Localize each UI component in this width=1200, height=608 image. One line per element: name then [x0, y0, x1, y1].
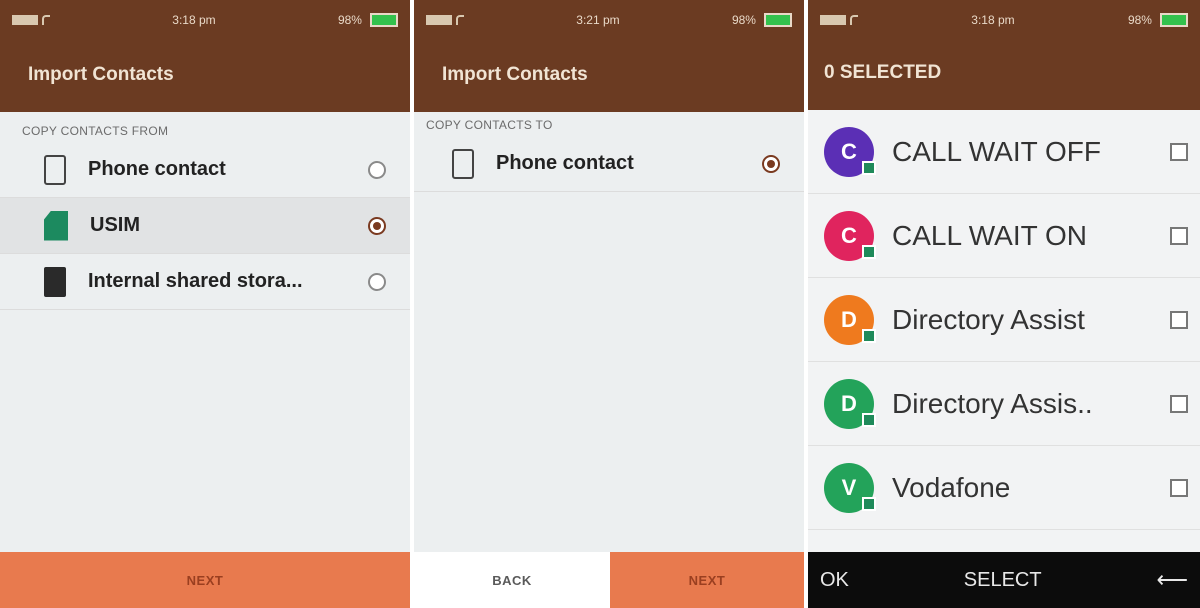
battery-percent: 98% — [337, 13, 362, 27]
battery-group: 98% — [338, 13, 398, 27]
battery-icon — [1159, 13, 1188, 27]
contact-row[interactable]: D Directory Assis.. — [808, 362, 1200, 446]
avatar-initial: D — [841, 306, 857, 332]
status-time: 3:18 pm — [971, 13, 1015, 27]
back-arrow-icon[interactable]: ⟵ — [1156, 567, 1188, 593]
avatar-initial: C — [841, 138, 857, 164]
select-checkbox[interactable] — [1170, 394, 1188, 413]
status-time: 3:21 pm — [576, 13, 620, 27]
page-title: Import Contacts — [0, 40, 410, 112]
select-softkey[interactable]: SELECT — [964, 569, 1042, 592]
radio-button[interactable] — [368, 272, 386, 291]
option-label: Phone contact — [88, 158, 226, 180]
signal-icon — [820, 15, 846, 25]
avatar: C — [824, 126, 876, 177]
contact-name: CALL WAIT ON — [892, 219, 1088, 251]
option-label: USIM — [90, 214, 140, 236]
phone-icon — [452, 148, 474, 179]
softkey-bar: OK SELECT ⟵ — [808, 552, 1200, 608]
avatar: D — [824, 378, 876, 429]
sim-badge-icon — [862, 496, 876, 511]
option-internal-storage[interactable]: Internal shared stora... — [0, 254, 410, 310]
signal-icon — [12, 15, 38, 25]
radio-button-checked[interactable] — [762, 154, 780, 173]
screen-select-contacts: 3:18 pm 98% 0 SELECTED C CALL WAIT OFF C… — [808, 0, 1200, 608]
contact-row[interactable]: V Vodafone — [808, 446, 1200, 530]
contact-row[interactable]: C CALL WAIT ON — [808, 194, 1200, 278]
signal-icon — [426, 15, 452, 25]
status-time: 3:18 pm — [172, 13, 216, 27]
status-bar: 3:18 pm 98% — [0, 0, 410, 40]
signal-group — [820, 15, 858, 25]
next-button[interactable]: NEXT — [0, 552, 410, 608]
ok-softkey[interactable]: OK — [820, 569, 849, 592]
wifi-icon — [42, 15, 50, 25]
battery-percent: 98% — [1127, 13, 1152, 27]
select-checkbox[interactable] — [1170, 310, 1188, 329]
sim-badge-icon — [862, 328, 876, 343]
battery-group: 98% — [732, 13, 792, 27]
option-label: Internal shared stora... — [88, 270, 303, 292]
phone-icon — [44, 154, 66, 185]
contact-list: C CALL WAIT OFF C CALL WAIT ON D Directo… — [808, 110, 1200, 530]
battery-group: 98% — [1128, 13, 1188, 27]
battery-icon — [763, 13, 792, 27]
contact-name: Directory Assist — [892, 303, 1085, 335]
avatar-initial: V — [841, 474, 857, 500]
sim-card-icon — [44, 210, 68, 241]
option-phone-contact[interactable]: Phone contact — [0, 142, 410, 198]
select-checkbox[interactable] — [1170, 226, 1188, 245]
contact-name: Vodafone — [892, 471, 1011, 503]
wifi-icon — [456, 15, 464, 25]
sim-badge-icon — [862, 160, 876, 175]
footer-bar: NEXT — [0, 552, 410, 608]
contact-row[interactable]: D Directory Assist — [808, 278, 1200, 362]
battery-percent: 98% — [731, 13, 756, 27]
signal-group — [426, 15, 464, 25]
wifi-icon — [850, 15, 858, 25]
option-usim[interactable]: USIM — [0, 198, 410, 254]
select-checkbox[interactable] — [1170, 478, 1188, 497]
storage-icon — [44, 266, 66, 297]
select-checkbox[interactable] — [1170, 142, 1188, 161]
contact-row[interactable]: C CALL WAIT OFF — [808, 110, 1200, 194]
back-button[interactable]: BACK — [414, 552, 610, 608]
section-label: COPY CONTACTS TO — [426, 118, 553, 132]
option-label: Phone contact — [496, 152, 634, 174]
option-phone-contact[interactable]: Phone contact — [414, 136, 804, 192]
screen-copy-from: 3:18 pm 98% Import Contacts COPY CONTACT… — [0, 0, 410, 608]
status-bar: 3:18 pm 98% — [808, 0, 1200, 40]
page-title: Import Contacts — [414, 40, 804, 112]
next-button[interactable]: NEXT — [610, 552, 804, 608]
radio-button[interactable] — [368, 160, 386, 179]
contact-name: Directory Assis.. — [892, 387, 1093, 419]
avatar-initial: C — [841, 222, 857, 248]
radio-button-checked[interactable] — [368, 216, 386, 235]
avatar-initial: D — [841, 390, 857, 416]
sim-badge-icon — [862, 244, 876, 259]
avatar: D — [824, 294, 876, 345]
battery-icon — [369, 13, 398, 27]
signal-group — [12, 15, 50, 25]
contact-name: CALL WAIT OFF — [892, 135, 1101, 167]
section-label: COPY CONTACTS FROM — [22, 124, 169, 138]
avatar: C — [824, 210, 876, 261]
footer-bar: BACK NEXT — [414, 552, 804, 608]
page-title: 0 SELECTED — [808, 40, 1200, 110]
avatar: V — [824, 462, 876, 513]
sim-badge-icon — [862, 412, 876, 427]
screen-copy-to: 3:21 pm 98% Import Contacts COPY CONTACT… — [414, 0, 804, 608]
status-bar: 3:21 pm 98% — [414, 0, 804, 40]
